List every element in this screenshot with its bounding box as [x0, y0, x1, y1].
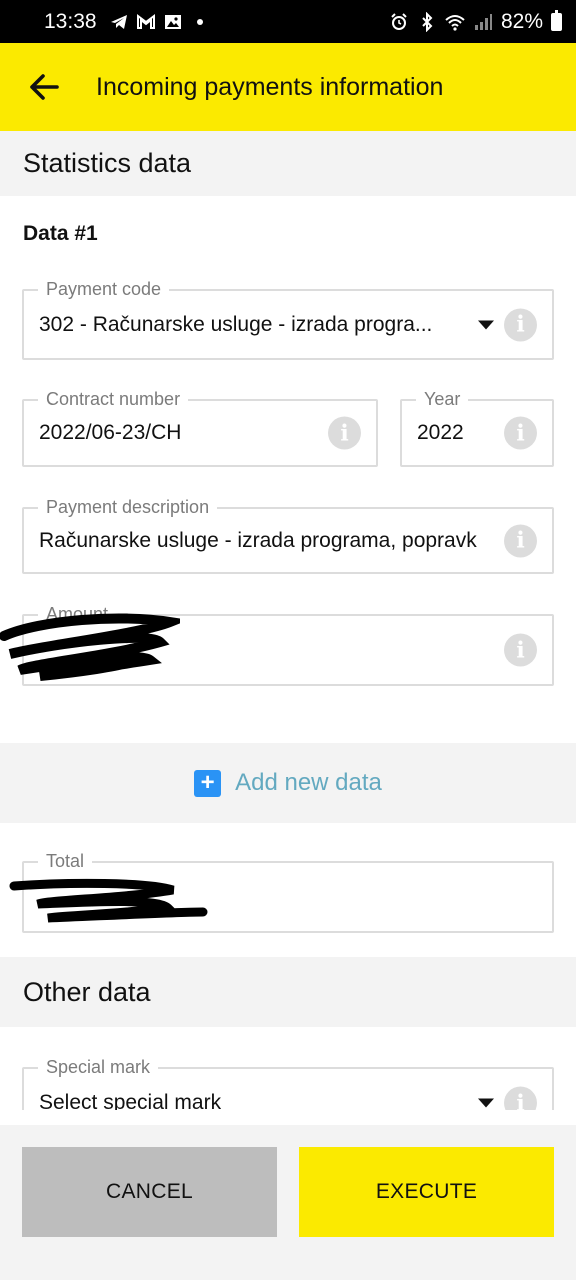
battery-percent: 82% — [500, 9, 543, 33]
special-mark-select[interactable]: Special mark Select special mark i — [22, 1055, 554, 1110]
special-mark-clip: Special mark Select special mark i — [0, 1040, 576, 1110]
year-value: 2022 — [417, 421, 464, 444]
contract-number-value: 2022/06-23/CH — [39, 421, 182, 444]
page-title: Incoming payments information — [96, 72, 444, 101]
contract-number-label: Contract number — [38, 387, 189, 411]
arrow-left-icon — [30, 74, 59, 100]
app-bar: Incoming payments information — [0, 43, 576, 131]
bottom-action-panel: CANCEL EXECUTE — [0, 1125, 576, 1280]
battery-icon — [551, 9, 562, 31]
info-icon[interactable]: i — [504, 308, 537, 341]
info-icon[interactable]: i — [504, 633, 537, 667]
payment-description-field[interactable]: Payment description Računarske usluge - … — [22, 495, 554, 574]
info-icon[interactable]: i — [504, 416, 537, 450]
chevron-down-icon[interactable] — [478, 1098, 494, 1108]
contract-number-field[interactable]: Contract number 2022/06-23/CH i — [22, 387, 378, 467]
bluetooth-icon — [417, 11, 437, 32]
gallery-icon — [163, 12, 183, 32]
special-mark-placeholder: Select special mark — [39, 1091, 222, 1110]
plus-square-icon: + — [194, 769, 222, 797]
info-icon[interactable]: i — [504, 524, 537, 557]
redaction-scribble — [9, 878, 208, 923]
alarm-icon — [389, 12, 409, 32]
statistics-section-header: Statistics data — [0, 131, 576, 196]
year-field[interactable]: Year 2022 i — [400, 387, 554, 467]
wifi-icon — [445, 12, 465, 32]
payment-code-label: Payment code — [38, 277, 170, 301]
payment-code-select[interactable]: Payment code 302 - Računarske usluge - i… — [22, 277, 554, 360]
data-item-heading: Data #1 — [23, 222, 98, 245]
chevron-down-icon[interactable] — [478, 320, 494, 329]
dot-icon — [190, 12, 210, 32]
info-icon[interactable]: i — [504, 1086, 537, 1110]
redaction-scribble — [0, 613, 180, 681]
signal-icon — [473, 12, 493, 32]
other-data-section-header: Other data — [0, 957, 576, 1027]
telegram-icon — [109, 12, 129, 32]
back-button[interactable] — [0, 43, 90, 131]
special-mark-label: Special mark — [38, 1055, 159, 1079]
status-time: 13:38 — [44, 9, 97, 33]
total-label: Total — [38, 849, 93, 873]
cancel-button[interactable]: CANCEL — [22, 1147, 277, 1237]
info-icon[interactable]: i — [328, 416, 361, 450]
payment-description-label: Payment description — [38, 495, 218, 519]
gmail-icon — [136, 12, 156, 32]
execute-button[interactable]: EXECUTE — [299, 1147, 554, 1237]
add-new-data-button[interactable]: + Add new data — [0, 743, 576, 823]
payment-description-value: Računarske usluge - izrada programa, pop… — [39, 528, 477, 552]
add-new-data-label: Add new data — [235, 769, 382, 796]
status-bar: 13:38 82% — [0, 0, 576, 43]
year-label: Year — [416, 387, 469, 411]
payment-code-value: 302 - Računarske usluge - izrada progra.… — [39, 312, 433, 336]
